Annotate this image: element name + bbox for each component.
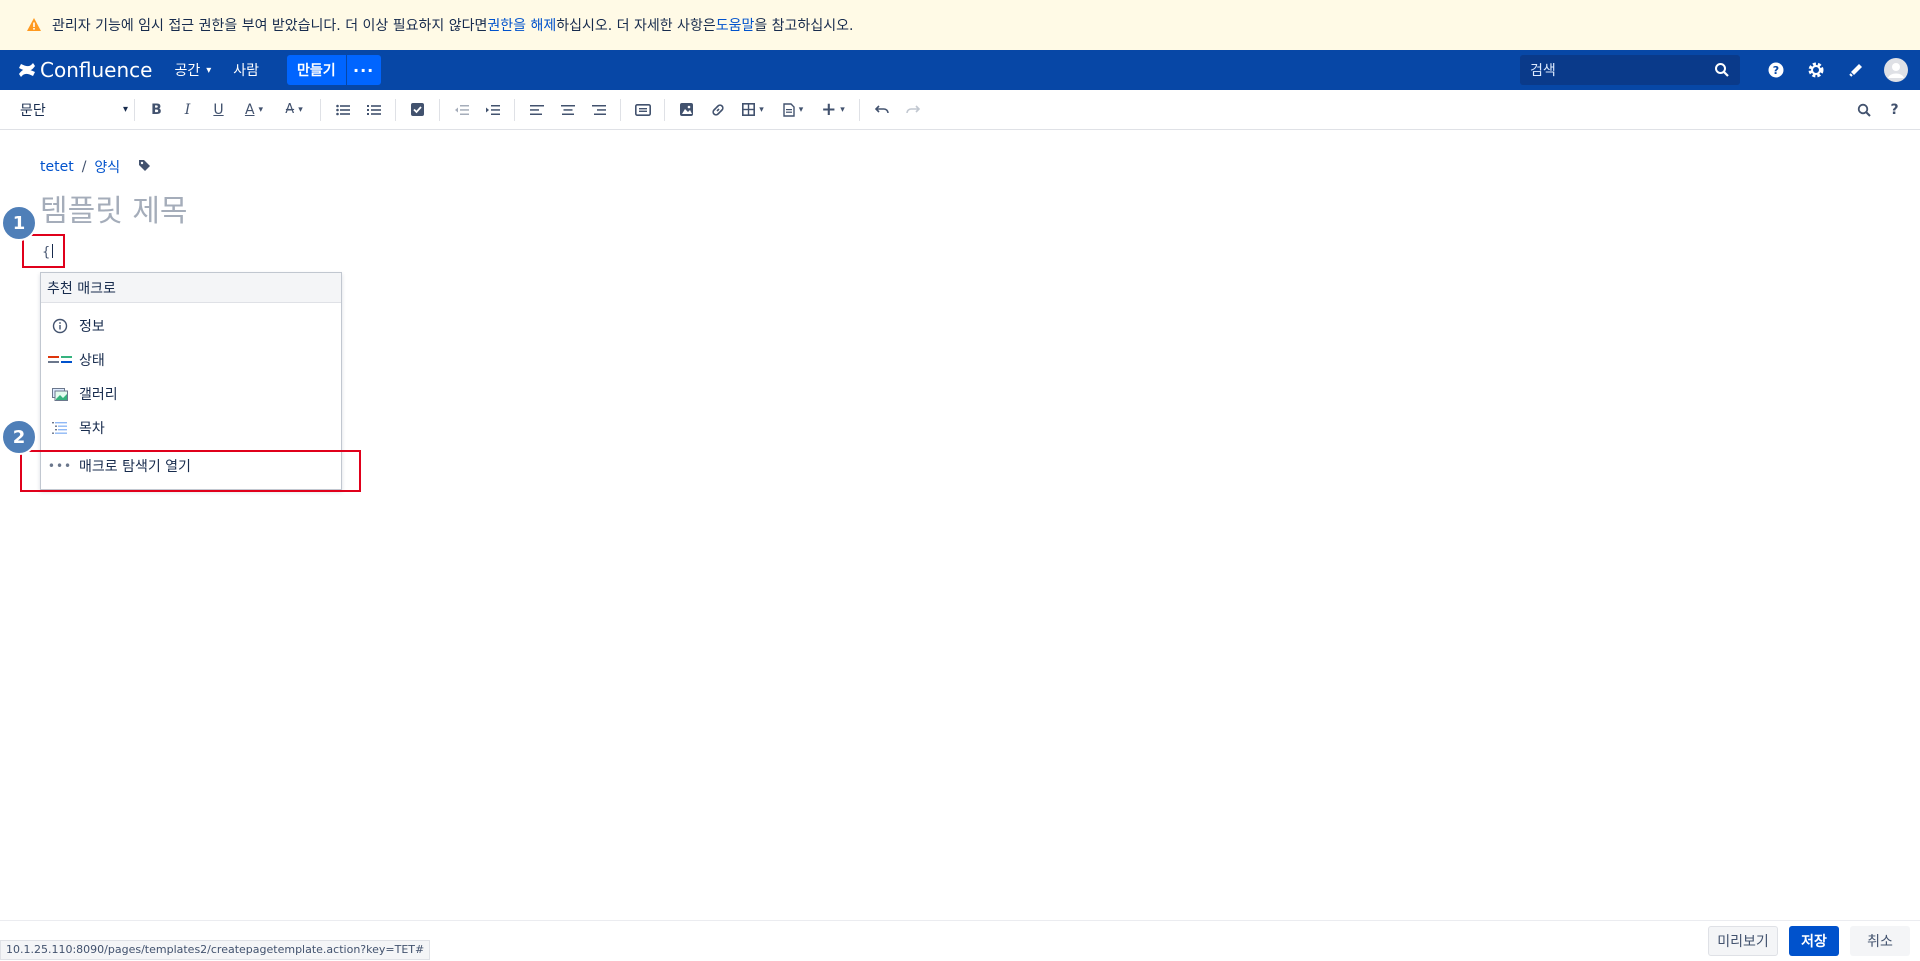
banner-text-1: 관리자 기능에 임시 접근 권한을 부여 받았습니다. 더 이상 필요하지 않다… [52,18,488,34]
footer-divider [0,920,1920,921]
editor-toolbar: 문단 ▾ B I U A ▾ A̶ ▾ ▾ ▾ + ▾ ? [0,90,1920,130]
search-icon [1715,63,1729,77]
align-center-icon[interactable] [552,95,583,125]
macro-item-toc[interactable]: 목차 [41,411,341,445]
template-title-input[interactable]: 템플릿 제목 [40,186,188,230]
toolbar-divider [859,98,860,121]
toolbar-divider [320,98,321,121]
insert-template-icon[interactable]: ▾ [773,95,813,125]
user-avatar-icon[interactable] [1876,58,1916,82]
notifications-megaphone-icon[interactable] [1836,62,1876,78]
indent-icon[interactable] [477,95,508,125]
search-placeholder: 검색 [1530,63,1556,79]
settings-gear-icon[interactable] [1796,61,1836,79]
macro-list: 정보 상태 갤러리 목차 [41,303,341,445]
task-list-icon[interactable] [402,95,433,125]
macro-item-label: 상태 [79,353,105,369]
numbered-list-icon[interactable] [358,95,389,125]
toolbar-right-group: ? [1848,90,1910,130]
outdent-icon[interactable] [446,95,477,125]
logo-text: Confluence [40,58,153,82]
macro-item-label: 갤러리 [79,387,118,403]
status-bar-url: 10.1.25.110:8090/pages/templates2/create… [0,940,431,960]
insert-link-icon[interactable] [702,95,733,125]
top-navigation: Confluence 공간 ▾ 사람 만들기 ··· 검색 ? [0,50,1920,90]
bullet-list-icon[interactable] [327,95,358,125]
status-icon [47,355,73,365]
macro-item-info[interactable]: 정보 [41,309,341,343]
find-replace-search-icon[interactable] [1848,95,1879,125]
toolbar-divider [395,98,396,121]
breadcrumb-separator: / [81,159,87,175]
text-caret [52,244,54,258]
insert-image-icon[interactable] [671,95,702,125]
create-more-button[interactable]: ··· [346,55,381,85]
text-color-icon[interactable]: A ▾ [234,95,274,125]
save-button[interactable]: 저장 [1789,926,1839,956]
preview-button[interactable]: 미리보기 [1708,926,1778,956]
redo-icon[interactable] [897,95,928,125]
toolbar-divider [134,98,135,121]
paragraph-style-dropdown[interactable]: 문단 ▾ [20,100,128,120]
toolbar-divider [664,98,665,121]
toolbar-divider [439,98,440,121]
people-label: 사람 [233,63,259,79]
annotation-badge-2: 2 [1,419,37,455]
chevron-down-icon: ▾ [122,104,128,115]
paragraph-style-label: 문단 [20,102,46,119]
search-input[interactable]: 검색 [1520,55,1740,85]
info-icon [47,318,73,334]
toc-icon [47,421,73,435]
annotation-badge-1: 1 [1,205,37,241]
undo-icon[interactable] [866,95,897,125]
toolbar-divider [514,98,515,121]
warning-icon [27,18,41,31]
dropdown-header: 추천 매크로 [41,273,341,303]
banner-text-2: 하십시오. 더 자세한 사항은 [556,18,716,34]
macro-item-gallery[interactable]: 갤러리 [41,377,341,411]
align-left-icon[interactable] [521,95,552,125]
typed-text: { [42,245,51,260]
insert-table-icon[interactable]: ▾ [733,95,773,125]
confluence-logo[interactable]: Confluence [18,58,152,82]
nav-icon-group: ? [1756,50,1916,90]
create-button-group: 만들기 ··· [287,55,381,85]
admin-warning-banner: 관리자 기능에 임시 접근 권한을 부여 받았습니다. 더 이상 필요하지 않다… [0,0,1920,50]
confluence-logo-icon [19,63,35,77]
breadcrumb-templates-link[interactable]: 양식 [94,157,120,177]
macro-item-label: 목차 [79,421,105,437]
page-layout-icon[interactable] [627,95,658,125]
editor-body[interactable]: { [42,244,54,260]
macro-item-label: 정보 [79,319,105,335]
bold-icon[interactable]: B [141,95,172,125]
toolbar-divider [620,98,621,121]
macro-item-status[interactable]: 상태 [41,343,341,377]
spaces-label: 공간 [174,63,201,79]
keyboard-help-icon[interactable]: ? [1879,95,1910,125]
spaces-menu[interactable]: 공간 ▾ [174,60,211,80]
breadcrumb-space-link[interactable]: tetet [40,159,74,175]
banner-text-3: 을 참고하십시오. [754,18,854,34]
annotation-highlight-2 [20,450,361,492]
help-icon[interactable]: ? [1756,62,1796,78]
insert-more-plus-icon[interactable]: + ▾ [813,95,853,125]
create-button[interactable]: 만들기 [287,55,347,85]
italic-icon[interactable]: I [172,95,203,125]
cancel-button[interactable]: 취소 [1850,926,1910,956]
chevron-down-icon: ▾ [206,64,212,76]
align-right-icon[interactable] [583,95,614,125]
revoke-access-link[interactable]: 권한을 해제 [487,15,556,35]
label-tag-icon[interactable] [138,159,151,176]
breadcrumb: tetet / 양식 [40,157,151,177]
underline-icon[interactable]: U [203,95,234,125]
help-link[interactable]: 도움말 [716,15,755,35]
people-link[interactable]: 사람 [233,60,259,80]
svg-text:?: ? [1773,64,1779,77]
more-formatting-icon[interactable]: A̶ ▾ [274,95,314,125]
gallery-icon [47,387,73,401]
